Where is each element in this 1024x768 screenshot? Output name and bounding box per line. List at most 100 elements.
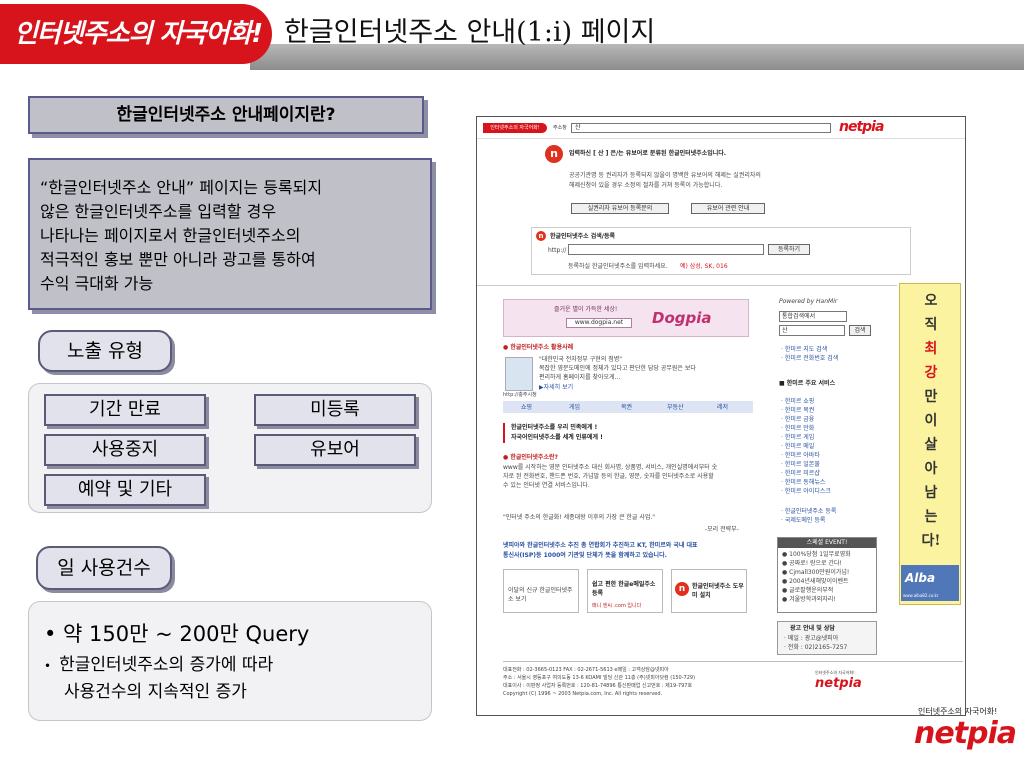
tab-realestate[interactable]: 부동산 xyxy=(667,402,684,411)
case-more-link[interactable]: ▶자세히 보기 xyxy=(539,383,573,392)
hanmir-service[interactable]: · 한미르 금융 xyxy=(781,415,814,424)
what-title: ● 한글인터넷주소란? xyxy=(503,454,558,461)
description-line: 나타나는 페이지로서 한글인터넷주소의 xyxy=(40,226,301,245)
usage-query-count: • 약 150만 ~ 200만 Query xyxy=(44,622,310,646)
hanmir-service[interactable]: · 한미르 일본물 xyxy=(781,460,820,469)
register-button[interactable]: 등록하기 xyxy=(768,244,810,255)
hanmir-service[interactable]: · 한미르 동해뉴스 xyxy=(781,478,825,487)
reserved-info-button[interactable]: 유보어 관련 안내 xyxy=(691,203,765,214)
exposure-type-suspended: 사용중지 xyxy=(44,434,206,466)
what-body-1: www를 시작하는 영문 인터넷주소 대신 회사명, 상품명, 서비스, 개인실… xyxy=(503,464,718,471)
intro-question-box: 한글인터넷주소 안내페이지란? xyxy=(28,96,424,134)
address-input[interactable]: 산 xyxy=(571,123,831,133)
tab-lottery[interactable]: 복권 xyxy=(621,402,632,411)
partner-2: 통신사(ISP)등 1000여 기관및 단체가 뜻을 함께하고 있습니다. xyxy=(503,552,667,559)
service-new-addresses[interactable]: 이달의 신규 한글인터넷주소 보기 xyxy=(503,569,579,613)
hanmir-map-link[interactable]: · 한미르 지도 검색 xyxy=(781,345,827,354)
tab-shopping[interactable]: 쇼핑 xyxy=(521,402,532,411)
search-title: 한글인터넷주소 검색/등록 xyxy=(550,233,616,240)
tab-games[interactable]: 게임 xyxy=(569,402,580,411)
banner-char: 만 xyxy=(924,389,938,405)
usage-growth-line2: 사용건수의 지속적인 증가 xyxy=(64,681,247,702)
special-event-box: 스페셜 EVENT! ● 100%당첨 1일무료영화 ● 공짜로! 랑으로 간다… xyxy=(777,537,877,613)
service-email-label: 쉽고 편한 한글e메일주소 등록 xyxy=(592,581,656,597)
what-body-2: 자로 된 전화번호, 핸드폰 번호, 가넘말 등의 한글, 영문, 숫자를 인터… xyxy=(503,473,714,480)
hanmir-services-title: ■ 한미르 주요 서비스 xyxy=(779,380,836,387)
bullet: • xyxy=(44,658,52,673)
case-title: ● 한글인터넷주소 활용사례 xyxy=(503,344,574,351)
apply-reserved-button[interactable]: 실권리자 유보어 등록문의 xyxy=(571,203,669,214)
tab-leisure[interactable]: 레저 xyxy=(717,402,728,411)
search-example: 예) 삼성, SK, 016 xyxy=(680,263,728,270)
small-logo: 인터넷주소의 자국어화! xyxy=(483,123,547,133)
hanmir-service[interactable]: · 한미르 아바타 xyxy=(781,451,820,460)
event-item[interactable]: ● 100%당첨 1일무료영화 xyxy=(782,550,851,559)
netpia-logo: netpia xyxy=(839,119,884,135)
search-hint: 등록하실 한글인터넷주소를 입력하세요. xyxy=(568,263,668,270)
event-title: 스페셜 EVENT! xyxy=(778,538,876,548)
quote: "인터넷 주소의 한글화! 세종대왕 이후의 가장 큰 한글 사업." xyxy=(503,514,656,521)
banner-char: 남 xyxy=(924,485,938,501)
service-helper-install[interactable]: n 한글인터넷주소 도우미 설치 xyxy=(671,569,747,613)
alba-vertical-banner[interactable]: 오 직 최 강 만 이 살 아 남 는 다! xyxy=(899,283,961,605)
hanmir-search-button[interactable]: 검색 xyxy=(849,325,871,336)
banner-char: 직 xyxy=(924,317,938,333)
banner-char: 최 xyxy=(924,341,938,357)
notice-body-2: 해제신청이 있을 경우 소정의 절차를 거쳐 등록이 가능합니다. xyxy=(569,182,723,189)
exposure-type-label: 노출 유형 xyxy=(38,330,172,372)
event-item[interactable]: ● 공짜로! 랑으로 간다! xyxy=(782,559,842,568)
hanmir-service[interactable]: · 한미르 아이디스크 xyxy=(781,487,831,496)
ad-contact-box: 광고 안내 및 상담 · 메일 : 광고@넷피아 · 전화 : 02)2165-… xyxy=(777,621,877,655)
notice-title: 입력하신 [ 산 ] 은/는 유보어로 분류된 한글인터넷주소입니다. xyxy=(569,150,727,157)
browser-toolbar: 인터넷주소의 자국어화! 주소창 산 netpia xyxy=(477,117,965,139)
event-item[interactable]: ● 글로팔행운의부적 xyxy=(782,586,833,595)
hanmir-service[interactable]: · 한미르 만화 xyxy=(781,424,814,433)
event-item[interactable]: ● 2004년새해맞이이벤트 xyxy=(782,577,849,586)
exposure-type-expired: 기간 만료 xyxy=(44,394,206,426)
usage-growth-line1: 한글인터넷주소의 증가에 따라 xyxy=(59,655,274,675)
ad-phone: · 전화 : 02)2165-7257 xyxy=(784,644,848,651)
exposure-type-reservation-etc: 예약 및 기타 xyxy=(44,474,206,506)
exposure-type-unregistered: 미등록 xyxy=(254,394,416,426)
service-email-register[interactable]: 쉽고 편한 한글e메일주소 등록 매니 엔씨 .com 입니다 xyxy=(587,569,663,613)
banner-char: 다! xyxy=(921,533,941,549)
category-tabs: 쇼핑 게임 복권 부동산 레저 xyxy=(503,401,753,413)
netpia-n-icon: n xyxy=(536,231,546,241)
case-body-3: 편리하게 홈페이지를 찾아오게... xyxy=(539,374,621,381)
quote-source: -모리 전략부- xyxy=(705,526,739,533)
hanmir-service[interactable]: · 한미르 복권 xyxy=(781,406,814,415)
page-footer: 대표전화 : 02-3665-0123 FAX : 02-2671-5613 e… xyxy=(503,661,963,711)
intl-domain-link[interactable]: · 국제도메인 등록 xyxy=(781,516,825,525)
slogan-1: 한글인터넷주소를 우리 민족에게 ! xyxy=(511,424,598,431)
netpia-n-icon: n xyxy=(545,145,563,163)
what-body-3: 수 있는 인터넷 연결 서비스입니다. xyxy=(503,482,590,489)
netpia-n-icon: n xyxy=(675,582,689,596)
hanmir-service[interactable]: · 한미르 메일 xyxy=(781,442,814,451)
case-thumbnail xyxy=(505,357,533,391)
service-helper-label: 한글인터넷주소 도우미 설치 xyxy=(692,583,744,599)
banner-char: 강 xyxy=(924,365,938,381)
dogpia-banner[interactable]: 즐거운 별이 가득한 세상! www.dogpia.net Dogpia xyxy=(503,299,749,337)
alba-url: www.alba82.co.kr xyxy=(903,593,939,598)
hanmir-service[interactable]: · 한미르 게임 xyxy=(781,433,814,442)
event-item[interactable]: ● 겨울방학과외자리! xyxy=(782,595,836,604)
exposure-type-reserved-word: 유보어 xyxy=(254,434,416,466)
powered-by: Powered by HanMir xyxy=(779,298,838,305)
usage-label: 일 사용건수 xyxy=(36,546,172,590)
hanmir-service[interactable]: · 한미르 미르샵 xyxy=(781,469,820,478)
service-email-sub: 매니 엔씨 .com 입니다 xyxy=(592,603,642,609)
event-item[interactable]: ● Cjmall300만원이가넘! xyxy=(782,568,849,577)
footer-netpia-logo: netpia xyxy=(815,676,862,691)
hanmir-service[interactable]: · 한미르 쇼핑 xyxy=(781,397,814,406)
hanmir-phone-link[interactable]: · 한미르 전화번호 검색 xyxy=(781,354,838,363)
search-register-box: n 한글인터넷주소 검색/등록 http:// 등록하기 등록하실 한글인터넷주… xyxy=(531,227,911,275)
hanmir-search-input[interactable]: 산 xyxy=(779,325,845,336)
dogpia-tagline: 즐거운 별이 가득한 세상! xyxy=(554,306,618,313)
search-scope-select[interactable]: 통합검색에서 xyxy=(779,311,847,322)
divider xyxy=(477,285,897,286)
register-input[interactable] xyxy=(568,244,764,255)
description-line: “한글인터넷주소 안내” 페이지는 등록되지 xyxy=(40,178,323,197)
banner-char: 살 xyxy=(924,437,938,453)
register-address-link[interactable]: · 한글인터넷주소 등록 xyxy=(781,507,836,516)
partner-1: 넷피아와 한글인터넷주소 추진 총 연합회가 추진하고 KT, 한미르와 국내 … xyxy=(503,542,698,549)
